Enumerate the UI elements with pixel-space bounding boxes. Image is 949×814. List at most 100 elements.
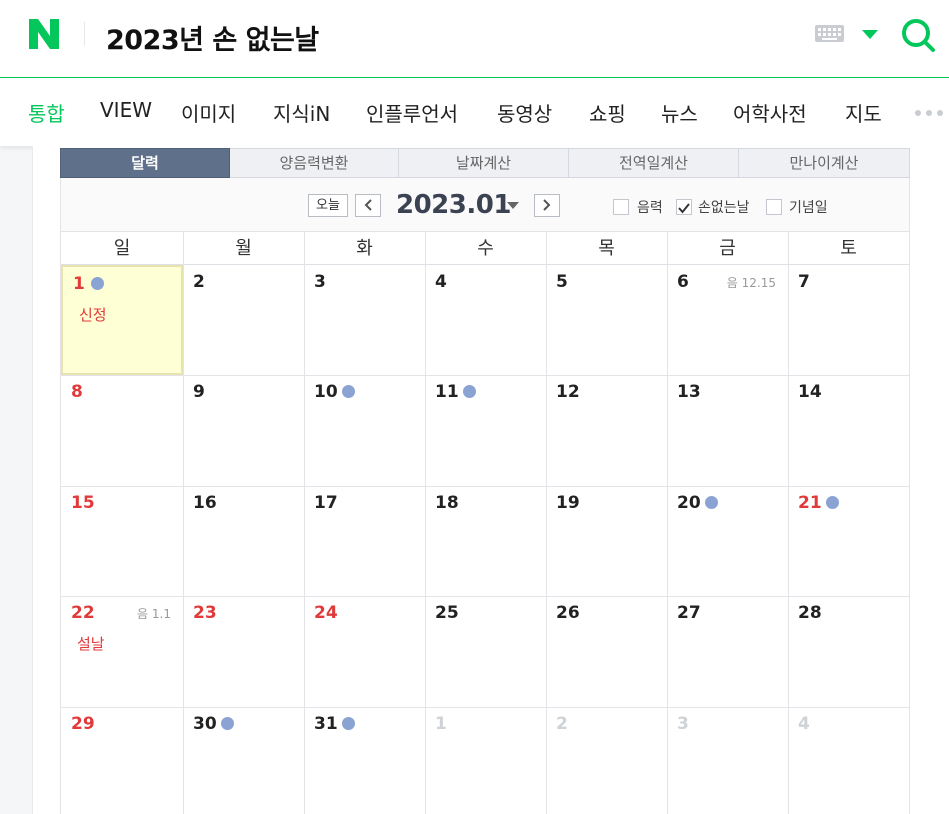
day-cell[interactable]: 12: [546, 375, 667, 486]
day-number: 12: [556, 382, 580, 402]
lunar-checkbox-label: 음력: [637, 200, 663, 216]
tab-discharge-calculator[interactable]: 전역일계산: [569, 148, 739, 178]
day-cell[interactable]: 26: [546, 596, 667, 707]
day-cell[interactable]: 17: [304, 486, 425, 596]
day-cell[interactable]: 23: [183, 596, 304, 707]
tab-date-calculator[interactable]: 날짜계산: [399, 148, 569, 178]
day-number: 28: [798, 603, 822, 623]
current-month-label[interactable]: 2023.01: [396, 190, 511, 220]
day-cell[interactable]: 18: [425, 486, 546, 596]
more-icon[interactable]: [914, 109, 949, 117]
son-eomneun-nal-checkbox[interactable]: [676, 199, 692, 215]
son-eomneun-nal-dot-icon: [826, 496, 839, 509]
day-cell[interactable]: 22 음 1.1 설날: [61, 596, 183, 707]
day-number: 30: [193, 714, 217, 734]
day-number: 10: [314, 382, 338, 402]
day-cell[interactable]: 6 음 12.15: [667, 265, 788, 375]
tab-view[interactable]: VIEW: [100, 98, 152, 122]
day-number: 25: [435, 603, 459, 623]
day-number: 8: [71, 382, 83, 402]
day-cell[interactable]: 4: [788, 707, 909, 814]
today-button[interactable]: 오늘: [308, 194, 348, 217]
chevron-down-icon[interactable]: [507, 202, 519, 209]
day-cell[interactable]: 13: [667, 375, 788, 486]
day-cell[interactable]: 3: [304, 265, 425, 375]
lunar-checkbox[interactable]: [613, 199, 629, 215]
day-cell[interactable]: 28: [788, 596, 909, 707]
day-cell[interactable]: 1: [425, 707, 546, 814]
day-cell[interactable]: 21: [788, 486, 909, 596]
day-cell-today[interactable]: 1 신정: [61, 265, 183, 375]
tab-knowledge-in[interactable]: 지식iN: [273, 98, 330, 127]
day-cell[interactable]: 2: [546, 707, 667, 814]
day-cell[interactable]: 2: [183, 265, 304, 375]
keyboard-icon[interactable]: [815, 25, 844, 42]
day-number: 3: [677, 714, 689, 734]
tab-age-calculator[interactable]: 만나이계산: [739, 148, 910, 178]
day-number: 14: [798, 382, 822, 402]
day-number: 26: [556, 603, 580, 623]
day-cell[interactable]: 9: [183, 375, 304, 486]
tab-map[interactable]: 지도: [845, 98, 882, 127]
day-number: 9: [193, 382, 205, 402]
day-cell[interactable]: 8: [61, 375, 183, 486]
dropdown-arrow-icon[interactable]: [862, 30, 878, 39]
next-month-button[interactable]: [534, 194, 560, 217]
search-icon[interactable]: [900, 17, 936, 53]
chevron-right-icon: [543, 199, 551, 211]
tab-lunar-converter[interactable]: 양음력변환: [230, 148, 399, 178]
day-cell[interactable]: 19: [546, 486, 667, 596]
day-number: 27: [677, 603, 701, 623]
search-header: 2023년 손 없는날: [0, 0, 949, 78]
day-cell[interactable]: 20: [667, 486, 788, 596]
lunar-date-label: 음 12.15: [726, 276, 776, 290]
tab-dictionary[interactable]: 어학사전: [733, 98, 807, 127]
day-cell[interactable]: 25: [425, 596, 546, 707]
tab-video[interactable]: 동영상: [497, 98, 552, 127]
day-cell[interactable]: 11: [425, 375, 546, 486]
day-cell[interactable]: 30: [183, 707, 304, 814]
son-eomneun-nal-dot-icon: [91, 277, 104, 290]
son-eomneun-nal-checkbox-label: 손없는날: [698, 200, 750, 216]
day-cell[interactable]: 31: [304, 707, 425, 814]
weekday-header: 금: [667, 232, 788, 265]
day-number: 3: [314, 272, 326, 292]
anniversary-checkbox-label: 기념일: [789, 200, 828, 216]
day-number: 5: [556, 272, 568, 292]
tab-influencer[interactable]: 인플루언서: [366, 98, 458, 127]
day-number: 16: [193, 493, 217, 513]
day-cell[interactable]: 29: [61, 707, 183, 814]
weekday-header: 월: [183, 232, 304, 265]
day-cell[interactable]: 10: [304, 375, 425, 486]
day-number: 13: [677, 382, 701, 402]
day-cell[interactable]: 24: [304, 596, 425, 707]
search-query-text[interactable]: 2023년 손 없는날: [106, 18, 319, 57]
day-cell[interactable]: 15: [61, 486, 183, 596]
day-number: 7: [798, 272, 810, 292]
day-number: 1: [73, 274, 85, 294]
tab-images[interactable]: 이미지: [181, 98, 236, 127]
prev-month-button[interactable]: [355, 194, 381, 217]
day-number: 22: [71, 603, 95, 623]
day-number: 29: [71, 714, 95, 734]
day-number: 18: [435, 493, 459, 513]
tab-calendar[interactable]: 달력: [60, 148, 230, 178]
day-cell[interactable]: 16: [183, 486, 304, 596]
tab-integrated[interactable]: 통합: [28, 98, 65, 127]
day-number: 6: [677, 272, 689, 292]
holiday-label: 신정: [79, 306, 107, 324]
day-number: 4: [798, 714, 810, 734]
day-cell[interactable]: 27: [667, 596, 788, 707]
tab-news[interactable]: 뉴스: [661, 98, 698, 127]
naver-logo-icon[interactable]: [26, 16, 62, 52]
day-cell[interactable]: 4: [425, 265, 546, 375]
son-eomneun-nal-dot-icon: [705, 496, 718, 509]
day-number: 20: [677, 493, 701, 513]
day-cell[interactable]: 5: [546, 265, 667, 375]
anniversary-checkbox[interactable]: [766, 199, 782, 215]
tab-shopping[interactable]: 쇼핑: [589, 98, 626, 127]
day-cell[interactable]: 3: [667, 707, 788, 814]
day-cell[interactable]: 14: [788, 375, 909, 486]
day-cell[interactable]: 7: [788, 265, 909, 375]
day-number: 15: [71, 493, 95, 513]
